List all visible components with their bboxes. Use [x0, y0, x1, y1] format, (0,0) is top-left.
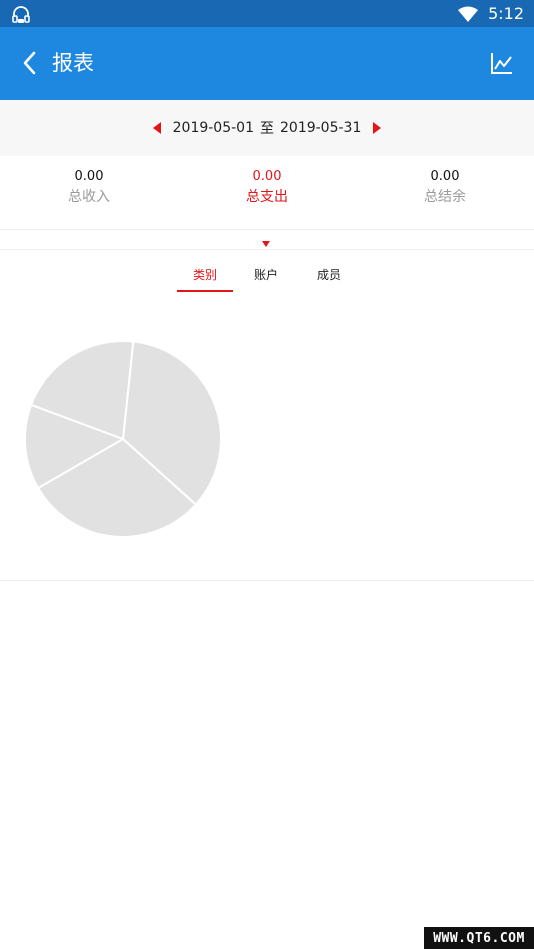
- status-bar: 5:12: [0, 0, 534, 27]
- divider: [0, 580, 534, 581]
- status-right-group: 5:12: [458, 0, 524, 27]
- divider: [0, 229, 534, 230]
- triangle-down-icon: [262, 241, 270, 247]
- notification-headset-icon: [10, 4, 32, 24]
- prev-period-button[interactable]: [151, 121, 163, 135]
- income-label: 总收入: [68, 189, 110, 205]
- expand-button[interactable]: [259, 234, 273, 247]
- triangle-left-icon: [152, 122, 161, 134]
- tab-category[interactable]: 类别: [177, 258, 233, 292]
- balance-label: 总结余: [424, 189, 466, 205]
- balance-value: 0.00: [430, 169, 460, 184]
- summary-balance[interactable]: 0.00 总结余: [356, 168, 534, 220]
- watermark: WWW.QT6.COM: [424, 927, 534, 949]
- date-range[interactable]: 2019-05-01 至 2019-05-31: [173, 118, 362, 138]
- tab-active-indicator: [177, 290, 233, 292]
- page-title: 报表: [52, 51, 94, 75]
- category-pie-chart: [20, 336, 230, 542]
- wifi-icon: [458, 6, 479, 22]
- income-value: 0.00: [74, 169, 104, 184]
- summary-expense[interactable]: 0.00 总支出: [178, 168, 356, 220]
- divider: [0, 249, 534, 250]
- chart-toggle-button[interactable]: [488, 49, 516, 77]
- pie-chart-svg: [24, 340, 222, 538]
- summary-row: 0.00 总收入 0.00 总支出 0.00 总结余: [0, 168, 534, 220]
- summary-income[interactable]: 0.00 总收入: [0, 168, 178, 220]
- date-end: 2019-05-31: [280, 120, 362, 136]
- expense-value: 0.00: [252, 169, 282, 184]
- next-period-button[interactable]: [371, 121, 383, 135]
- chevron-left-icon: [23, 51, 36, 75]
- date-range-bar: 2019-05-01 至 2019-05-31: [0, 100, 534, 156]
- back-button[interactable]: [14, 47, 46, 79]
- date-separator: 至: [260, 121, 274, 137]
- report-tabs: 类别 账户 成员: [0, 258, 534, 294]
- tab-account[interactable]: 账户: [238, 258, 294, 292]
- tab-member[interactable]: 成员: [301, 258, 357, 292]
- date-start: 2019-05-01: [172, 120, 254, 136]
- app-bar: 报表: [0, 27, 534, 100]
- triangle-right-icon: [373, 122, 382, 134]
- status-clock: 5:12: [488, 4, 524, 23]
- expense-label: 总支出: [246, 189, 288, 205]
- line-chart-icon: [491, 53, 512, 74]
